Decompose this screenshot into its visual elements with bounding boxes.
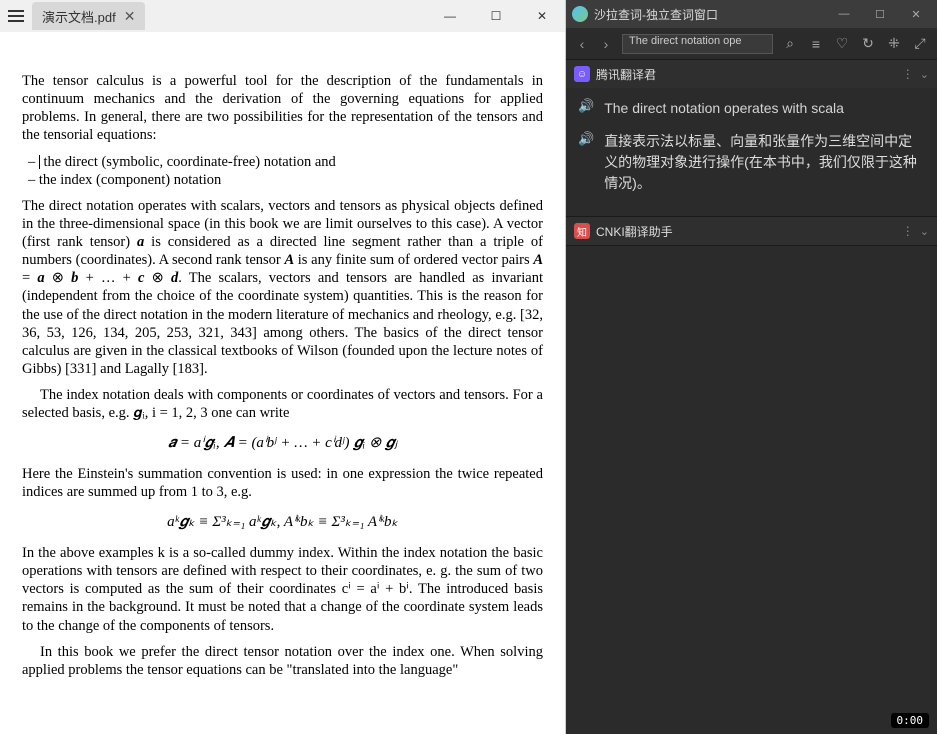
window-title: 沙拉查词-独立查词窗口: [594, 6, 823, 23]
pdf-content[interactable]: The tensor calculus is a powerful tool f…: [0, 32, 565, 734]
equation: 𝒂 = aⁱ𝒈ᵢ, 𝑨 = (aⁱbʲ + … + cⁱdʲ) 𝒈ᵢ ⊗ 𝒈ⱼ: [22, 434, 543, 453]
more-icon[interactable]: ⋮: [902, 67, 914, 81]
list-item: the index (component) notation: [28, 171, 543, 189]
translation-section-cnki: 知 CNKI翻译助手 ⋮ ⌄: [566, 217, 937, 246]
speaker-icon[interactable]: 🔊: [578, 131, 594, 194]
more-icon[interactable]: ⋮: [902, 224, 914, 238]
pin-icon[interactable]: ⤢: [911, 35, 929, 52]
timer-badge: 0:00: [891, 713, 930, 728]
chevron-down-icon[interactable]: ⌄: [920, 225, 929, 238]
paragraph: The tensor calculus is a powerful tool f…: [22, 72, 543, 145]
tab-title: 演示文档.pdf: [42, 7, 116, 26]
close-button[interactable]: ✕: [519, 0, 565, 32]
search-icon[interactable]: ⌕: [781, 35, 799, 52]
close-button[interactable]: ✕: [901, 0, 931, 28]
app-icon: [572, 6, 588, 22]
maximize-button[interactable]: ☐: [865, 0, 895, 28]
dictionary-panel: 沙拉查词-独立查词窗口 ― ☐ ✕ ‹ › The direct notatio…: [566, 0, 937, 734]
paragraph: The index notation deals with components…: [22, 386, 543, 422]
maximize-button[interactable]: ☐: [473, 0, 519, 32]
dict-titlebar: 沙拉查词-独立查词窗口 ― ☐ ✕: [566, 0, 937, 28]
provider-header[interactable]: 知 CNKI翻译助手 ⋮ ⌄: [566, 217, 937, 245]
translation-body: 🔊 The direct notation operates with scal…: [566, 88, 937, 216]
translation-section-tencent: ☺ 腾讯翻译君 ⋮ ⌄ 🔊 The direct notation operat…: [566, 60, 937, 217]
refresh-icon[interactable]: ↻: [859, 35, 877, 52]
paragraph: Here the Einstein's summation convention…: [22, 465, 543, 501]
translation-result: 直接表示法以标量、向量和张量作为三维空间中定义的物理对象进行操作(在本书中，我们…: [604, 131, 925, 194]
pdf-viewer-panel: 演示文档.pdf ✕ ― ☐ ✕ The tensor calculus is …: [0, 0, 566, 734]
provider-name: CNKI翻译助手: [596, 223, 896, 240]
search-input[interactable]: The direct notation ope: [622, 34, 773, 54]
menu-icon[interactable]: [4, 4, 28, 28]
grid-icon[interactable]: ⁜: [885, 35, 903, 52]
dict-toolbar: ‹ › The direct notation ope ⌕ ≡ ♡ ↻ ⁜ ⤢: [566, 28, 937, 60]
close-icon[interactable]: ✕: [124, 8, 136, 25]
paragraph: The direct notation operates with scalar…: [22, 197, 543, 378]
back-button[interactable]: ‹: [574, 36, 590, 52]
chevron-down-icon[interactable]: ⌄: [920, 68, 929, 81]
menu-lines-icon[interactable]: ≡: [807, 36, 825, 52]
minimize-button[interactable]: ―: [427, 0, 473, 32]
document-tab[interactable]: 演示文档.pdf ✕: [32, 2, 145, 30]
list-item: the direct (symbolic, coordinate-free) n…: [28, 153, 543, 171]
paragraph: In the above examples k is a so-called d…: [22, 544, 543, 635]
equation: aᵏ𝒈ₖ ≡ Σ³ₖ₌₁ aᵏ𝒈ₖ, Aⁱᵏbₖ ≡ Σ³ₖ₌₁ Aⁱᵏbₖ: [22, 513, 543, 532]
minimize-button[interactable]: ―: [829, 0, 859, 28]
text-cursor: [39, 155, 40, 169]
speaker-icon[interactable]: 🔊: [578, 98, 594, 119]
heart-icon[interactable]: ♡: [833, 35, 851, 52]
provider-icon: 知: [574, 223, 590, 239]
paragraph: In this book we prefer the direct tensor…: [22, 643, 543, 679]
forward-button[interactable]: ›: [598, 36, 614, 52]
provider-header[interactable]: ☺ 腾讯翻译君 ⋮ ⌄: [566, 60, 937, 88]
provider-icon: ☺: [574, 66, 590, 82]
pdf-titlebar: 演示文档.pdf ✕ ― ☐ ✕: [0, 0, 565, 32]
translation-source: The direct notation operates with scala: [604, 98, 844, 119]
provider-name: 腾讯翻译君: [596, 66, 896, 83]
